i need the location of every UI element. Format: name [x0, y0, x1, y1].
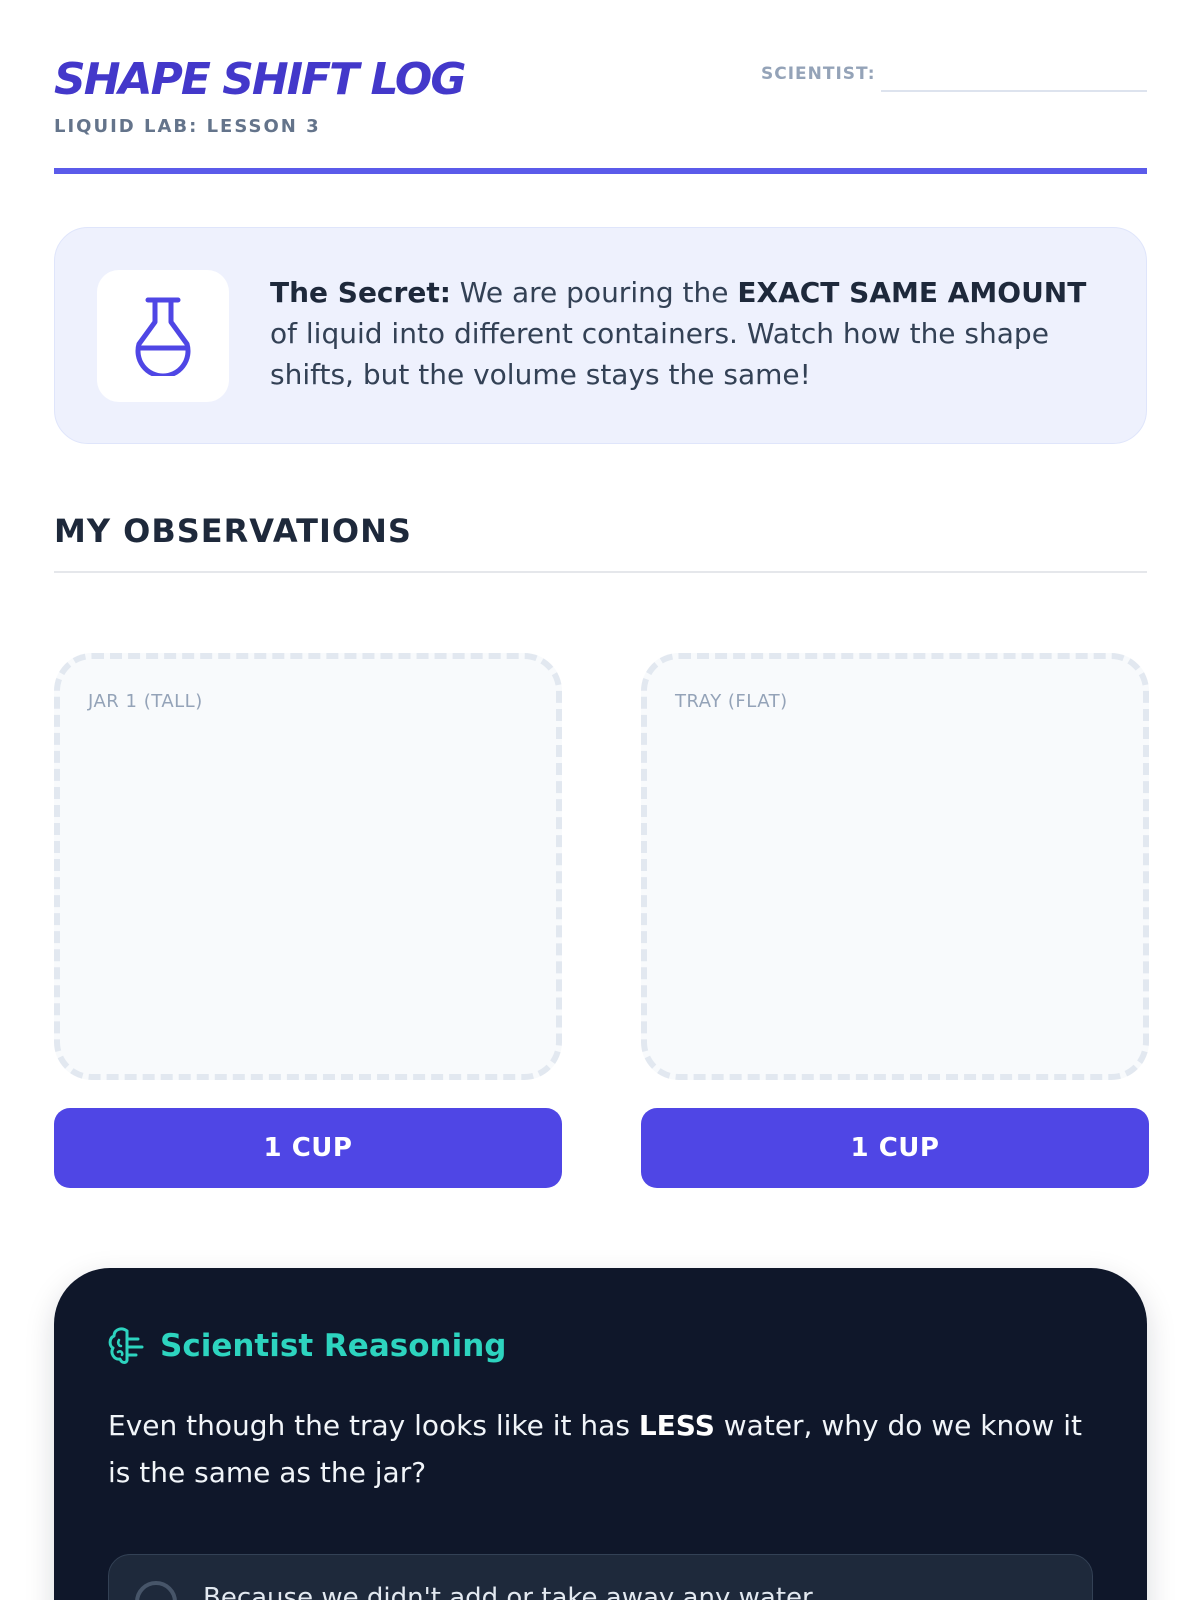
- tray-drawing-area[interactable]: TRAY (FLAT): [641, 653, 1149, 1080]
- jar-drawing-area[interactable]: JAR 1 (TALL): [54, 653, 562, 1080]
- brain-icon: [108, 1327, 144, 1364]
- question-part: Even though the tray looks like it has: [108, 1409, 639, 1442]
- container-label: JAR 1 (TALL): [88, 691, 203, 712]
- section-divider: [54, 571, 1147, 573]
- reasoning-title: Scientist Reasoning: [160, 1328, 507, 1364]
- reasoning-header: Scientist Reasoning: [108, 1326, 506, 1366]
- answer-option-text: Because we didn't add or take away any w…: [203, 1583, 819, 1600]
- answer-option[interactable]: Because we didn't add or take away any w…: [108, 1554, 1093, 1600]
- secret-text-part: of liquid into different containers. Wat…: [270, 317, 1049, 391]
- flask-icon-tile: [97, 270, 229, 402]
- container-label: TRAY (FLAT): [675, 691, 788, 712]
- jar-cup-button[interactable]: 1 CUP: [54, 1108, 562, 1188]
- scientist-label: SCIENTIST:: [761, 64, 876, 84]
- secret-callout: The Secret: We are pouring the EXACT SAM…: [54, 227, 1147, 444]
- page-title: SHAPE SHIFT LOG: [54, 54, 466, 105]
- tray-cup-button[interactable]: 1 CUP: [641, 1108, 1149, 1188]
- scientist-name-field[interactable]: [881, 90, 1147, 92]
- page-header: SHAPE SHIFT LOG LIQUID LAB: LESSON 3 SCI…: [54, 52, 1147, 174]
- secret-emphasis: EXACT SAME AMOUNT: [737, 276, 1087, 309]
- question-emphasis: LESS: [638, 1409, 715, 1442]
- flask-icon: [135, 297, 191, 376]
- secret-lead: The Secret:: [270, 276, 451, 309]
- secret-text-part: We are pouring the: [450, 276, 738, 309]
- page-subtitle: LIQUID LAB: LESSON 3: [54, 116, 321, 137]
- secret-text: The Secret: We are pouring the EXACT SAM…: [270, 272, 1100, 395]
- reasoning-question: Even though the tray looks like it has L…: [108, 1402, 1093, 1496]
- observations-heading: MY OBSERVATIONS: [54, 512, 412, 550]
- radio-button[interactable]: [135, 1581, 177, 1600]
- reasoning-panel: Scientist Reasoning Even though the tray…: [54, 1268, 1147, 1600]
